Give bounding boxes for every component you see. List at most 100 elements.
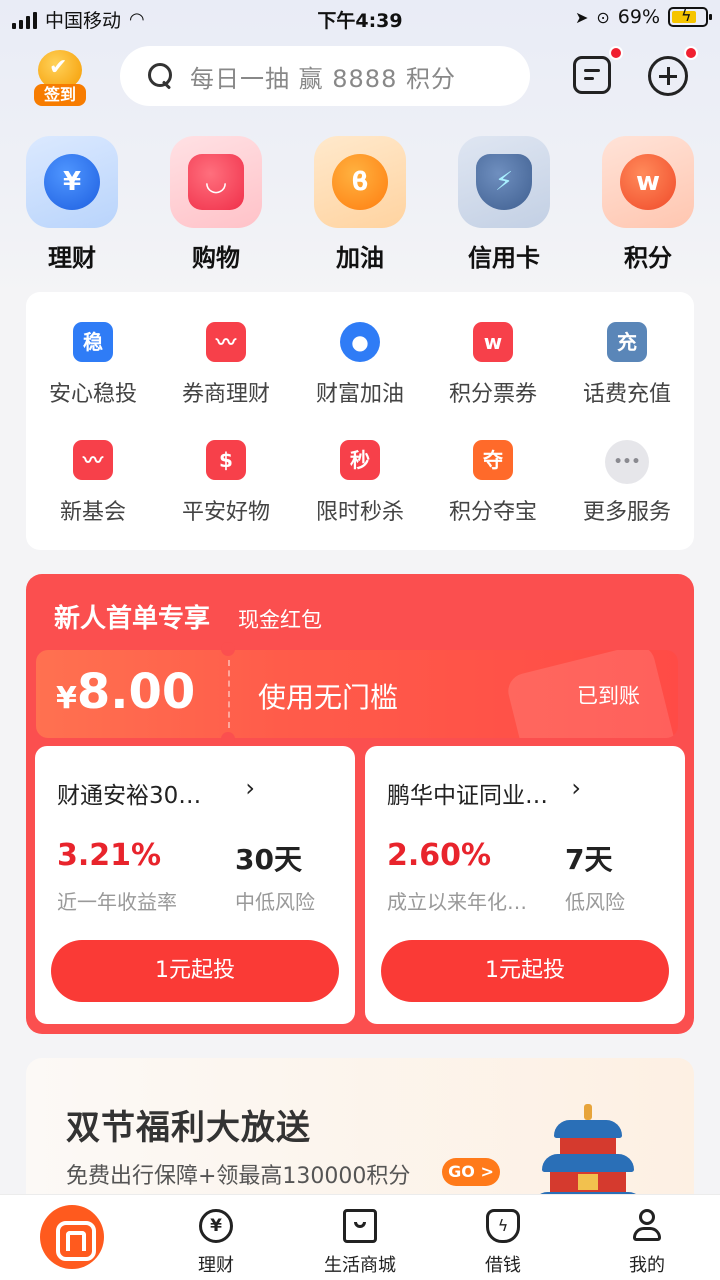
message-badge [609,46,623,60]
category-row: ¥ 理财 ◡ 购物 ϐ 加油 ⚡ 信用卡 w 积分 [0,136,720,276]
flash-sale-icon: 秒 [340,440,380,480]
fund-rate: 2.60% [387,838,492,873]
coupon-status: 已到账 [577,684,640,708]
yuan-circle-icon: ¥ [199,1209,233,1243]
ticket-icon: w [473,322,513,362]
tab-label: 借钱 [485,1255,521,1276]
gift-icon: 〰 [73,440,113,480]
shopping-bag-icon: ◡ [188,154,244,210]
home-tab-icon[interactable] [40,1205,104,1269]
tab-label: 理财 [198,1255,234,1276]
tab-borrow[interactable]: ϟ 借钱 [453,1209,553,1277]
coupon-notch [221,642,235,656]
search-bar[interactable]: 每日一抽 赢 8888 积分 [120,46,530,106]
message-icon [573,56,611,94]
invest-button[interactable]: 1元起投 [381,940,669,1002]
chevron-right-icon: › [245,774,255,802]
service-ticket[interactable]: w 积分票券 [426,322,560,408]
search-icon [146,61,176,91]
plus-circle-icon [648,56,688,96]
status-right: ➤ ⊙ 69% ϟ [574,6,712,28]
battery-icon: ϟ [668,6,712,27]
service-new-fund[interactable]: 〰 新基会 [26,440,160,526]
add-badge [684,46,698,60]
service-recharge[interactable]: 充 话费充值 [560,322,694,408]
category-tile: ◡ [170,136,262,228]
stable-invest-icon: 稳 [73,322,113,362]
wealth-boost-icon: ● [340,322,380,362]
battery-percent: 69% [617,6,660,28]
add-button[interactable] [648,46,698,96]
invest-button[interactable]: 1元起投 [51,940,339,1002]
service-stable-invest[interactable]: 稳 安心稳投 [26,322,160,408]
search-placeholder: 每日一抽 赢 8888 积分 [190,64,456,93]
phone-recharge-icon: 充 [607,322,647,362]
goods-bag-icon: $ [206,440,246,480]
coupon-value: 8.00 [76,664,196,720]
bottom-tab-bar: ¥ 理财 生活商城 ϟ 借钱 我的 [0,1194,720,1280]
promo-subtitle: 现金红包 [238,608,322,632]
store-bag-icon [343,1209,377,1243]
tab-label: 我的 [629,1255,665,1276]
fund-term: 7天 [565,843,613,876]
service-flash-sale[interactable]: 秒 限时秒杀 [293,440,427,526]
service-label: 财富加油 [315,382,404,407]
currency-symbol: ¥ [56,681,77,716]
checkin-label: 签到 [34,84,86,106]
service-goods[interactable]: $ 平安好物 [159,440,293,526]
fund-card[interactable]: 鹏华中证同业… › 2.60% 成立以来年化… 7天 低风险 1元起投 [365,746,685,1024]
category-jiayou[interactable]: ϐ 加油 [312,136,408,273]
coupon-divider [228,660,230,728]
tab-licai[interactable]: ¥ 理财 [166,1209,266,1277]
service-label: 话费充值 [582,382,671,407]
category-tile: w [602,136,694,228]
category-jifen[interactable]: w 积分 [600,136,696,273]
checkin-button[interactable]: 签到 [34,50,86,106]
loan-shield-icon: ϟ [486,1209,520,1243]
more-dots-icon: ••• [605,440,649,484]
service-wealth-boost[interactable]: ● 财富加油 [293,322,427,408]
fund-card[interactable]: 财通安裕30… › 3.21% 近一年收益率 30天 中低风险 1元起投 [35,746,355,1024]
fund-name: 鹏华中证同业… [387,783,548,809]
fuel-icon: ϐ [332,154,388,210]
location-arrow-icon: ➤ [574,7,589,27]
service-label: 积分票券 [448,382,537,407]
service-label: 积分夺宝 [448,500,537,525]
service-label: 限时秒杀 [315,500,404,525]
coupon-amount: ¥8.00 [56,664,195,720]
service-broker[interactable]: 〰 券商理财 [159,322,293,408]
fund-risk: 低风险 [565,890,625,914]
banner-title: 双节福利大放送 [66,1108,311,1148]
category-gouwu[interactable]: ◡ 购物 [168,136,264,273]
cash-coupon[interactable]: ¥8.00 使用无门槛 已到账 [36,650,678,738]
category-tile: ϐ [314,136,406,228]
category-licai[interactable]: ¥ 理财 [24,136,120,273]
fund-term: 30天 [235,843,302,876]
fund-risk: 中低风险 [235,890,315,914]
yuan-coin-icon: ¥ [44,154,100,210]
category-label: 积分 [624,244,672,272]
treasure-icon: 夺 [473,440,513,480]
tab-shop[interactable]: 生活商城 [310,1209,410,1277]
shield-bolt-icon: ⚡ [476,154,532,210]
service-label: 券商理财 [181,382,270,407]
messages-button[interactable] [573,46,623,96]
fund-rate: 3.21% [57,838,162,873]
fund-rate-label: 成立以来年化… [387,890,527,914]
promo-title: 新人首单专享 [54,604,211,634]
coupon-description: 使用无门槛 [258,681,399,714]
coupon-notch [221,732,235,746]
category-label: 理财 [48,244,96,272]
profile-icon [630,1209,664,1243]
go-button[interactable]: GO > [442,1158,500,1186]
service-label: 平安好物 [181,500,270,525]
fund-rate-label: 近一年收益率 [57,890,177,914]
service-treasure[interactable]: 夺 积分夺宝 [426,440,560,526]
service-more[interactable]: ••• 更多服务 [560,440,694,526]
category-xinyongka[interactable]: ⚡ 信用卡 [456,136,552,273]
chevron-right-icon: › [571,774,581,802]
tab-label: 生活商城 [324,1255,396,1276]
category-label: 购物 [192,244,240,272]
tab-mine[interactable]: 我的 [597,1209,697,1277]
service-label: 更多服务 [582,500,671,525]
